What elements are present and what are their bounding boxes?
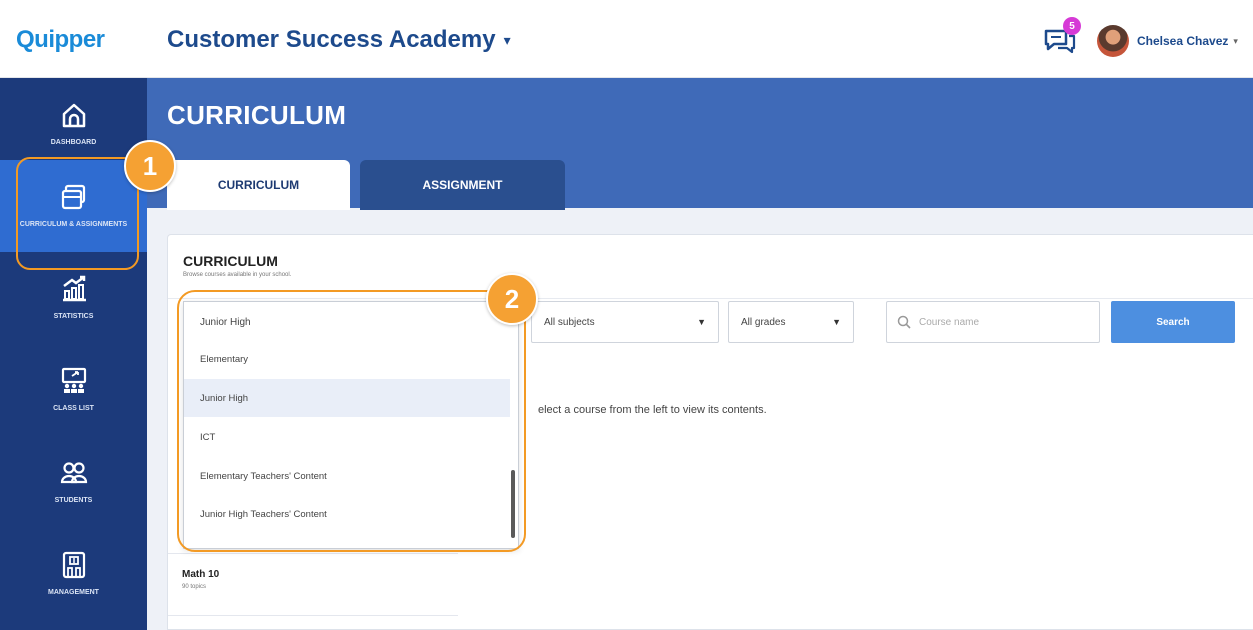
user-name: Chelsea Chavez [1137,34,1229,48]
sidebar-item-label: STATISTICS [53,313,94,321]
dropdown-arrow-icon: ▼ [832,317,841,327]
chevron-down-icon: ▾ [1233,35,1238,46]
avatar[interactable] [1097,25,1129,57]
list-divider [168,615,458,616]
search-icon [897,315,911,329]
app-title: Customer Success Academy [167,26,496,53]
user-menu[interactable]: Chelsea Chavez ▾ [1137,34,1238,48]
course-search-input[interactable]: Course name [886,301,1100,343]
home-icon [62,104,85,128]
card-subtitle: Browse courses available in your school. [183,272,292,278]
notification-badge: 5 [1063,17,1081,35]
course-topics-count: 90 topics [182,584,207,590]
grade-select[interactable]: All grades ▼ [728,301,854,343]
quipper-logo[interactable]: Quipper [16,26,105,54]
class-list-icon [61,368,86,394]
management-icon [62,552,85,579]
tab-curriculum[interactable]: CURRICULUM [167,160,350,210]
tab-assignment[interactable]: ASSIGNMENT [360,160,565,210]
grade-select-value: All grades [741,316,786,328]
callout-step-2: 2 [486,273,538,325]
academy-switcher[interactable]: Customer Success Academy ▾ [167,26,511,54]
sidebar-item-label: STUDENTS [54,497,93,505]
chevron-down-icon: ▾ [503,31,511,48]
card-title: CURRICULUM [183,253,278,269]
course-name: Math 10 [182,569,220,580]
sidebar-item-students[interactable]: STUDENTS [0,436,147,528]
sidebar-item-label: DASHBOARD [50,139,97,147]
top-bar: Quipper Customer Success Academy ▾ 5 Che… [0,0,1253,78]
callout-highlight-2 [177,290,526,552]
empty-state-hint: elect a course from the left to view its… [538,404,767,416]
sidebar-item-class-list[interactable]: CLASS LIST [0,344,147,436]
sidebar-item-management[interactable]: MANAGEMENT [0,528,147,620]
statistics-icon [62,276,86,302]
callout-highlight-1 [16,157,139,270]
dropdown-arrow-icon: ▼ [697,317,706,327]
search-button[interactable]: Search [1111,301,1235,343]
subject-select[interactable]: All subjects ▼ [531,301,719,343]
callout-step-1: 1 [124,140,176,192]
sidebar-item-label: CLASS LIST [53,405,94,413]
subject-select-value: All subjects [544,316,595,328]
students-icon [60,462,87,484]
course-list-item[interactable]: Math 10 90 topics [168,553,458,615]
search-placeholder: Course name [919,316,980,328]
page-title: CURRICULUM [167,100,347,130]
sidebar-item-label: MANAGEMENT [48,589,99,597]
